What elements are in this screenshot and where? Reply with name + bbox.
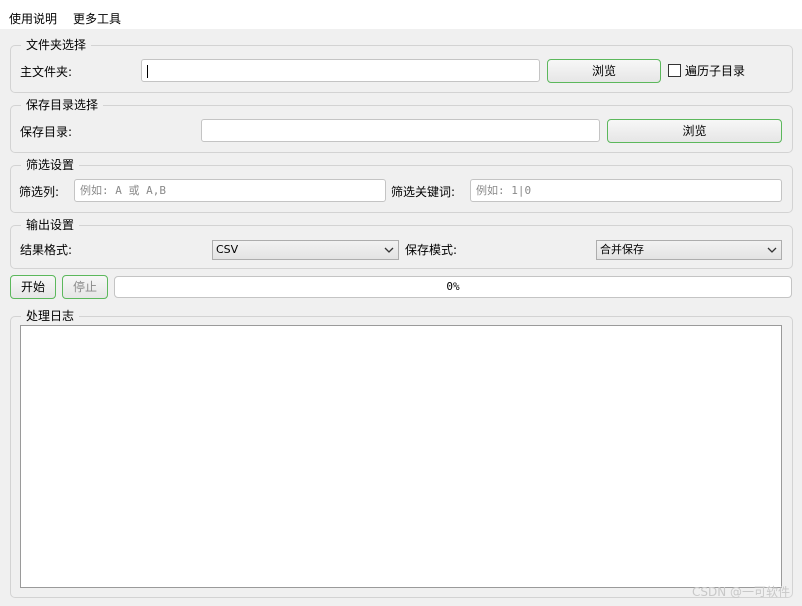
save-dir-browse-button[interactable]: 浏览 [607, 119, 782, 143]
menu-bar: 使用说明 更多工具 [0, 0, 802, 29]
watermark: CSDN @一可软件 [691, 585, 790, 599]
start-button[interactable]: 开始 [10, 275, 56, 299]
save-dir-input[interactable] [201, 119, 600, 142]
filter-keyword-label: 筛选关键词: [391, 185, 456, 199]
menu-more-tools[interactable]: 更多工具 [73, 10, 121, 27]
chevron-down-icon [767, 247, 777, 253]
result-format-select[interactable]: CSV [212, 240, 399, 260]
progress-bar: 0% [114, 276, 792, 298]
log-group-title: 处理日志 [21, 308, 80, 324]
save-mode-label: 保存模式: [405, 243, 458, 257]
save-dir-group: 保存目录选择 保存目录: 浏览 [10, 97, 793, 153]
log-textarea[interactable] [20, 325, 782, 588]
save-group-title: 保存目录选择 [21, 97, 104, 113]
chevron-down-icon [384, 247, 394, 253]
traverse-subdirs-checkbox[interactable] [668, 64, 681, 77]
save-dir-label: 保存目录: [20, 125, 73, 139]
main-folder-browse-button[interactable]: 浏览 [547, 59, 661, 83]
filter-group-title: 筛选设置 [21, 157, 80, 173]
traverse-subdirs-label[interactable]: 遍历子目录 [685, 63, 745, 79]
progress-text: 0% [446, 280, 460, 293]
text-caret [147, 64, 148, 78]
result-format-label: 结果格式: [20, 243, 73, 257]
result-format-value: CSV [216, 243, 239, 256]
folder-group-title: 文件夹选择 [21, 37, 92, 53]
filter-col-input[interactable]: 例如: A 或 A,B [74, 179, 386, 202]
filter-keyword-input[interactable]: 例如: 1|0 [470, 179, 782, 202]
main-folder-input[interactable] [141, 59, 540, 82]
stop-button[interactable]: 停止 [62, 275, 108, 299]
log-group: 处理日志 [10, 308, 793, 598]
filter-col-label: 筛选列: [19, 185, 60, 199]
output-settings-group: 输出设置 结果格式: CSV 保存模式: 合并保存 [10, 217, 793, 269]
save-mode-select[interactable]: 合并保存 [596, 240, 782, 260]
filter-settings-group: 筛选设置 筛选列: 例如: A 或 A,B 筛选关键词: 例如: 1|0 [10, 157, 793, 213]
save-mode-value: 合并保存 [600, 243, 644, 256]
output-group-title: 输出设置 [21, 217, 80, 233]
menu-usage[interactable]: 使用说明 [9, 10, 57, 27]
main-folder-label: 主文件夹: [20, 65, 73, 79]
folder-select-group: 文件夹选择 主文件夹: 浏览 遍历子目录 [10, 37, 793, 93]
